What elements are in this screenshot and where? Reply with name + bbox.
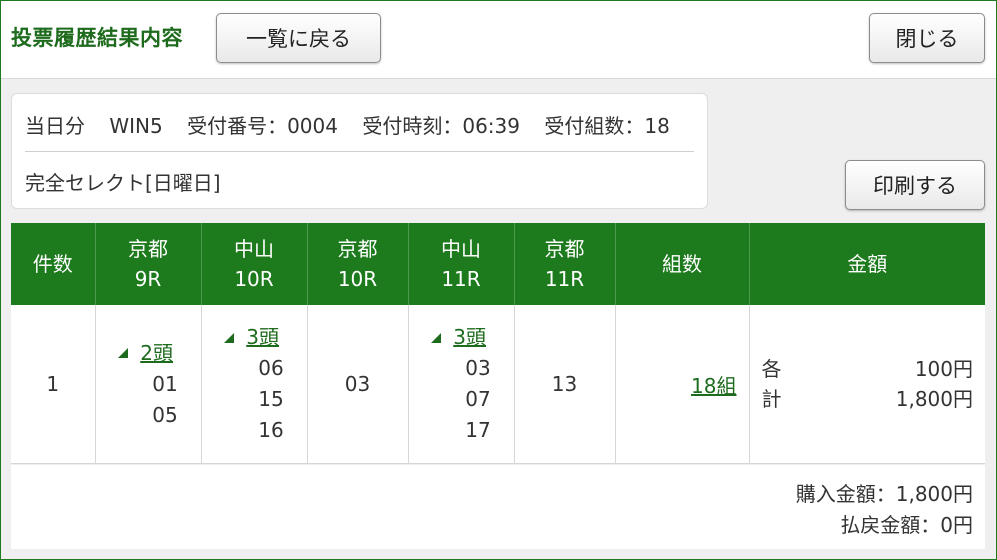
receipt-number: 受付番号：0004 (187, 114, 338, 138)
result-frame: 投票履歴結果内容 一覧に戻る 閉じる 当日分 WIN5 受付番号：0004 受付… (0, 0, 997, 560)
race-2-head-count-link[interactable]: 3頭 (246, 322, 279, 353)
day-label: 当日分 (25, 114, 85, 138)
race-1-head-count-link[interactable]: 2頭 (140, 338, 173, 369)
page-title: 投票履歴結果内容 (11, 26, 183, 50)
bet-info-panel: 当日分 WIN5 受付番号：0004 受付時刻：06:39 受付組数：18 完全… (11, 93, 708, 209)
header-race-1: 京都 9R (94, 223, 201, 305)
top-bar: 投票履歴結果内容 一覧に戻る 閉じる (1, 1, 996, 79)
header-amount: 金額 (748, 223, 985, 305)
purchase-amount: 購入金額：1,800円 (795, 482, 973, 506)
table-header-row: 件数 京都 9R 中山 10R 京都 10R 中山 11R 京都 11R 組数 金額 (11, 223, 985, 305)
header-race-2: 中山 10R (200, 223, 307, 305)
bet-info-line: 当日分 WIN5 受付番号：0004 受付時刻：06:39 受付組数：18 (25, 110, 688, 139)
total-label: 計 (761, 387, 782, 411)
header-race-5: 京都 11R (513, 223, 615, 305)
horse-number: 15 (258, 387, 284, 411)
horse-number: 17 (465, 418, 491, 442)
summary-footer: 購入金額：1,800円 払戻金額：0円 (11, 465, 985, 549)
amount-cell: 各 100円 計 1,800円 (748, 305, 985, 464)
combinations-link[interactable]: 18組 (691, 374, 736, 398)
total-amount: 1,800円 (895, 387, 973, 411)
expand-triangle-icon (224, 332, 235, 343)
header-race-4: 中山 11R (407, 223, 514, 305)
expand-triangle-icon (118, 348, 129, 358)
print-button[interactable]: 印刷する (845, 160, 985, 210)
expand-triangle-icon (431, 332, 442, 343)
back-to-list-button[interactable]: 一覧に戻る (216, 13, 381, 63)
header-count: 件数 (11, 223, 95, 305)
race-1-cell: 2頭 01 05 (94, 305, 201, 464)
refund-amount: 払戻金額：0円 (840, 513, 973, 537)
bet-table: 件数 京都 9R 中山 10R 京都 10R 中山 11R 京都 11R 組数 金額 1 … (11, 223, 985, 464)
receipt-combinations: 受付組数：18 (544, 114, 670, 138)
receipt-time: 受付時刻：06:39 (362, 114, 520, 138)
header-race-3: 京都 10R (306, 223, 408, 305)
count-cell: 1 (11, 305, 95, 464)
horse-number: 07 (465, 387, 491, 411)
horse-number: 06 (258, 356, 284, 380)
each-amount: 100円 (914, 357, 973, 381)
race-4-head-count-link[interactable]: 3頭 (453, 322, 486, 353)
race-5-cell: 13 (513, 305, 615, 464)
each-label: 各 (761, 357, 782, 381)
selection-method: 完全セレクト[日曜日] (25, 171, 221, 195)
horse-number: 03 (465, 356, 491, 380)
race-3-cell: 03 (306, 305, 408, 464)
race-2-cell: 3頭 06 15 16 (200, 305, 307, 464)
table-row: 1 2頭 01 05 3頭 06 15 16 03 3頭 03 07 17 13… (11, 305, 985, 464)
info-divider (25, 151, 694, 152)
close-button[interactable]: 閉じる (869, 13, 985, 63)
horse-number: 05 (152, 402, 178, 427)
race-4-cell: 3頭 03 07 17 (407, 305, 514, 464)
horse-number: 01 (152, 371, 178, 396)
combinations-cell: 18組 (614, 305, 749, 464)
header-combinations: 組数 (614, 223, 749, 305)
bet-type: WIN5 (109, 114, 163, 138)
horse-number: 16 (258, 418, 284, 442)
